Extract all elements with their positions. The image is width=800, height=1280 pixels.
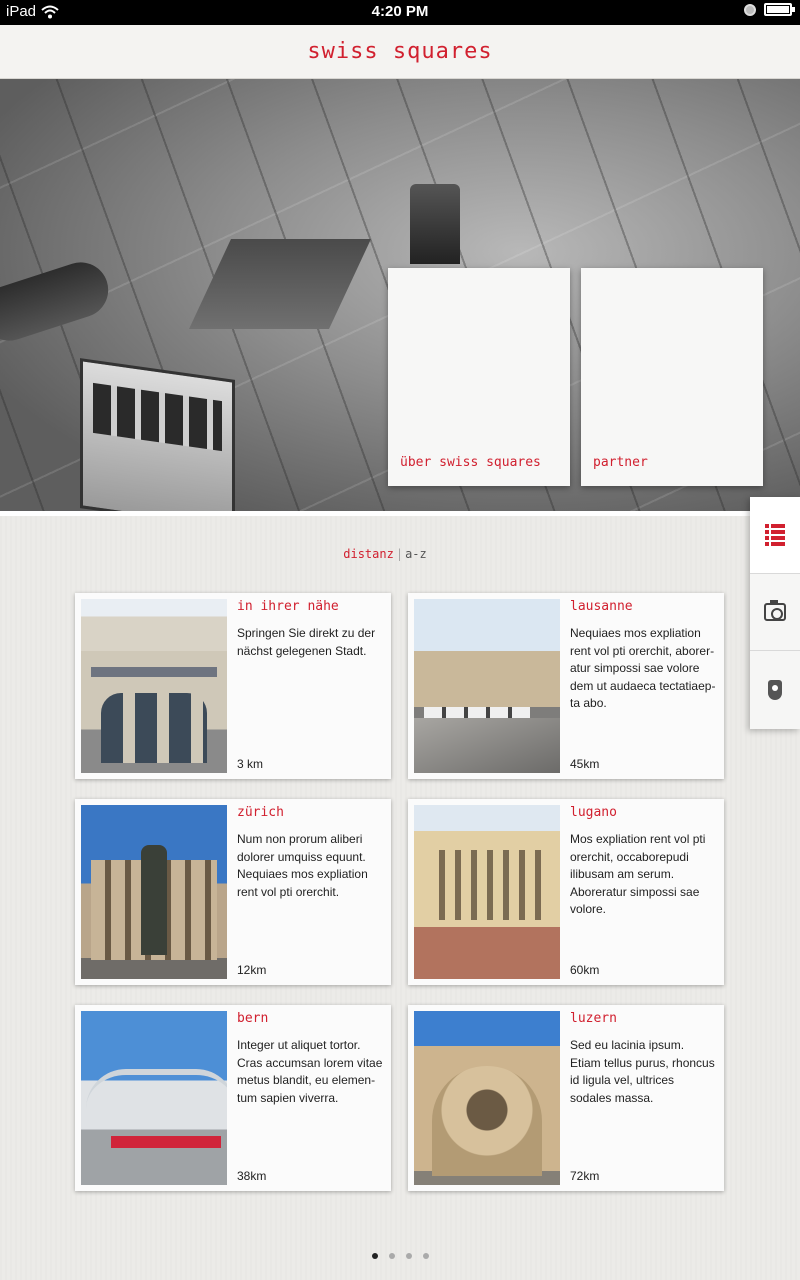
card-title: lausanne [570,599,633,614]
card-distance: 45km [570,757,600,771]
card-photo [414,1011,560,1185]
tile-about-label: über swiss squares [400,455,541,470]
tile-partner-label: partner [593,455,648,470]
card-nearby[interactable]: in ihrer nähe Springen Sie direkt zu der… [75,593,391,779]
app-header: swiss squares [0,25,800,79]
card-description: Nequiaes mos expliation rent vol pti ore… [570,626,716,710]
hero-tram-far [410,184,460,264]
tile-about[interactable]: über swiss squares [388,268,570,486]
card-distance: 38km [237,1169,267,1183]
sort-toggle: distanz | a-z [0,547,770,561]
card-title: in ihrer nähe [237,599,339,614]
battery-icon [764,3,795,16]
hero-tram [80,358,235,511]
card-distance: 3 km [237,757,264,771]
card-bern[interactable]: bern Integer ut aliquet tortor. Cras acc… [75,1005,391,1191]
orientation-lock-icon [744,3,756,16]
page-indicator[interactable] [0,1253,800,1259]
status-bar: iPad 4:20 PM [0,0,800,25]
card-description: Springen Sie direkt zu der nächst gelege… [237,626,376,658]
app-title: swiss squares [307,39,493,64]
card-photo [81,805,227,979]
card-lugano[interactable]: lugano Mos expliation rent vol pti orerc… [408,799,724,985]
page-dot[interactable] [405,1253,412,1259]
card-distance: 60km [570,963,600,977]
page-dot[interactable] [388,1253,395,1259]
tab-photos[interactable] [750,574,800,651]
sort-alphabetical-button[interactable]: a-z [405,547,427,561]
sort-separator: | [395,547,404,561]
card-title: zürich [237,805,284,820]
tab-list[interactable] [750,497,800,574]
card-photo [414,805,560,979]
hero-image: über swiss squares partner [0,79,800,516]
map-pin-icon [768,679,782,700]
clock: 4:20 PM [371,3,429,20]
card-photo [414,599,560,773]
sort-distance-button[interactable]: distanz [343,547,394,561]
tile-partner[interactable]: partner [581,268,763,486]
status-right [744,3,795,16]
card-description: Integer ut aliquet tortor. Cras accumsan… [237,1038,383,1105]
card-luzern[interactable]: luzern Sed eu lacinia ipsum. Etiam tellu… [408,1005,724,1191]
card-distance: 12km [237,963,267,977]
side-tab-menu [750,497,800,729]
list-icon [765,524,785,546]
card-title: bern [237,1011,269,1026]
card-title: lugano [570,805,617,820]
card-distance: 72km [570,1169,600,1183]
card-photo [81,1011,227,1185]
card-photo [81,599,227,773]
camera-icon [764,600,786,621]
page-dot[interactable] [422,1253,429,1259]
card-title: luzern [570,1011,617,1026]
page-dot[interactable] [371,1253,378,1259]
tab-map[interactable] [750,651,800,728]
card-lausanne[interactable]: lausanne Nequiaes mos expliation rent vo… [408,593,724,779]
card-zurich[interactable]: zürich Num non prorum aliberi do­lorer u… [75,799,391,985]
card-description: Num non prorum aliberi do­lorer umquiss … [237,832,368,899]
card-description: Mos expliation rent vol pti orerchit, oc… [570,832,706,916]
card-description: Sed eu lacinia ipsum. Etiam tellus purus… [570,1038,715,1105]
